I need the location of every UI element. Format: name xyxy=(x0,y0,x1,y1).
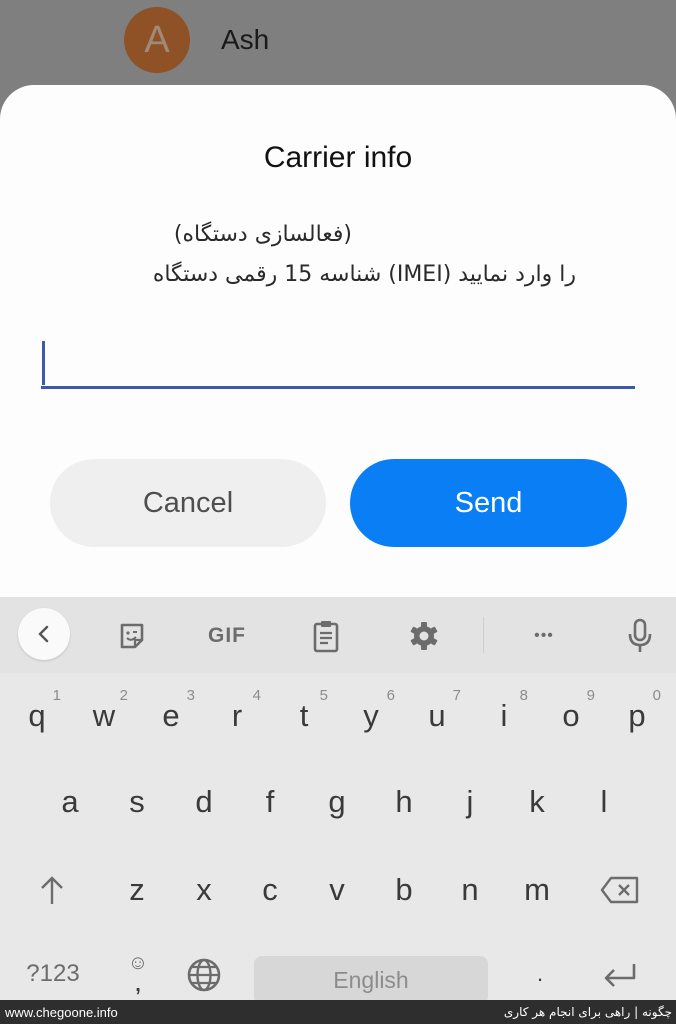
key-hint: 8 xyxy=(519,687,528,704)
carrier-info-dialog: Carrier info (فعالسازی دستگاه) را وارد ن… xyxy=(0,85,676,597)
key-g[interactable]: g xyxy=(307,767,367,837)
watermark-tagline: چگونه | راهی برای انجام هر کاری xyxy=(503,1005,672,1019)
key-x[interactable]: x xyxy=(174,855,234,925)
backspace-icon xyxy=(600,876,639,904)
key-hint: 2 xyxy=(119,687,128,704)
key-label: r xyxy=(231,698,243,733)
key-hint: 3 xyxy=(186,687,195,704)
key-d[interactable]: d xyxy=(174,767,234,837)
key-hint: 9 xyxy=(586,687,595,704)
enter-icon xyxy=(604,964,636,987)
key-y[interactable]: y6 xyxy=(341,681,401,751)
enter-key[interactable] xyxy=(590,939,650,1009)
shift-key[interactable] xyxy=(22,855,82,925)
toolbar-divider xyxy=(483,617,484,653)
dialog-message-line1: (فعالسازی دستگاه) xyxy=(173,222,352,247)
emoji-hint-icon: ☺ xyxy=(127,952,149,974)
key-j[interactable]: j xyxy=(440,767,500,837)
key-f[interactable]: f xyxy=(240,767,300,837)
key-hint: 1 xyxy=(52,687,61,704)
key-q[interactable]: q1 xyxy=(7,681,67,751)
key-e[interactable]: e3 xyxy=(141,681,201,751)
key-t[interactable]: t5 xyxy=(274,681,334,751)
key-u[interactable]: u7 xyxy=(407,681,467,751)
microphone-icon xyxy=(628,618,652,652)
shift-arrow-icon xyxy=(41,876,63,904)
dialog-message-line2: را وارد نمایید (IMEI) شناسه 15 رقمی دستگ… xyxy=(152,262,576,287)
key-label: o xyxy=(562,698,580,733)
key-label: i xyxy=(500,698,508,733)
watermark-url: www.chegoone.info xyxy=(5,1004,118,1020)
key-s[interactable]: s xyxy=(107,767,167,837)
key-h[interactable]: h xyxy=(374,767,434,837)
dialog-message: (فعالسازی دستگاه) را وارد نمایید (IMEI) … xyxy=(76,215,576,295)
period-key[interactable]: . xyxy=(510,939,570,1009)
toolbar-clipboard-button[interactable] xyxy=(301,611,351,661)
comma-key[interactable]: ☺ , xyxy=(108,939,168,1009)
key-n[interactable]: n xyxy=(440,855,500,925)
key-label: p xyxy=(628,698,646,733)
key-k[interactable]: k xyxy=(507,767,567,837)
imei-input[interactable] xyxy=(41,337,635,389)
toolbar-more-button[interactable]: ••• xyxy=(519,611,569,661)
send-button[interactable]: Send xyxy=(350,459,627,547)
key-w[interactable]: w2 xyxy=(74,681,134,751)
key-p[interactable]: p0 xyxy=(607,681,667,751)
key-b[interactable]: b xyxy=(374,855,434,925)
toolbar-back-button[interactable] xyxy=(18,608,70,660)
text-caret xyxy=(42,341,45,385)
key-c[interactable]: c xyxy=(240,855,300,925)
key-m[interactable]: m xyxy=(507,855,567,925)
key-label: e xyxy=(162,698,180,733)
comma-label: , xyxy=(135,974,141,996)
more-icon: ••• xyxy=(534,627,554,644)
toolbar-voice-button[interactable] xyxy=(615,611,665,661)
key-i[interactable]: i8 xyxy=(474,681,534,751)
key-label: u xyxy=(428,698,446,733)
toolbar-gif-button[interactable]: GIF xyxy=(202,611,252,661)
key-r[interactable]: r4 xyxy=(207,681,267,751)
key-label: y xyxy=(363,698,379,733)
space-bar[interactable]: English xyxy=(254,956,488,1004)
screen: A Ash Carrier info (فعالسازی دستگاه) را … xyxy=(0,0,676,1024)
key-z[interactable]: z xyxy=(107,855,167,925)
key-v[interactable]: v xyxy=(307,855,367,925)
key-hint: 7 xyxy=(452,687,461,704)
key-hint: 4 xyxy=(252,687,261,704)
contact-name: Ash xyxy=(221,24,270,55)
cancel-button[interactable]: Cancel xyxy=(50,459,326,547)
symbols-key[interactable]: ?123 xyxy=(20,939,86,1009)
imei-input-container xyxy=(41,337,635,389)
toolbar-settings-button[interactable] xyxy=(399,611,449,661)
key-o[interactable]: o9 xyxy=(541,681,601,751)
gear-icon xyxy=(410,622,438,650)
key-label: t xyxy=(299,698,309,733)
key-hint: 6 xyxy=(386,687,395,704)
contact-row[interactable]: A Ash xyxy=(0,0,676,86)
backspace-key[interactable] xyxy=(590,855,650,925)
keyboard: GIF ••• q1 w2 e3 r4 t5 y6 u7 i8 o9 p0 a xyxy=(0,597,676,1004)
globe-icon xyxy=(187,958,221,992)
clipboard-icon xyxy=(313,621,339,653)
keyboard-toolbar: GIF ••• xyxy=(0,597,676,673)
contact-avatar: A xyxy=(124,7,190,73)
key-hint: 5 xyxy=(319,687,328,704)
chevron-left-icon xyxy=(38,625,49,643)
key-hint: 0 xyxy=(652,687,661,704)
watermark-bar: www.chegoone.info چگونه | راهی برای انجا… xyxy=(0,1000,676,1024)
sticker-icon xyxy=(120,623,144,649)
key-label: w xyxy=(92,698,116,733)
key-a[interactable]: a xyxy=(40,767,100,837)
key-label: q xyxy=(28,698,46,733)
dialog-title: Carrier info xyxy=(263,141,413,174)
key-l[interactable]: l xyxy=(574,767,634,837)
toolbar-sticker-button[interactable] xyxy=(107,611,157,661)
